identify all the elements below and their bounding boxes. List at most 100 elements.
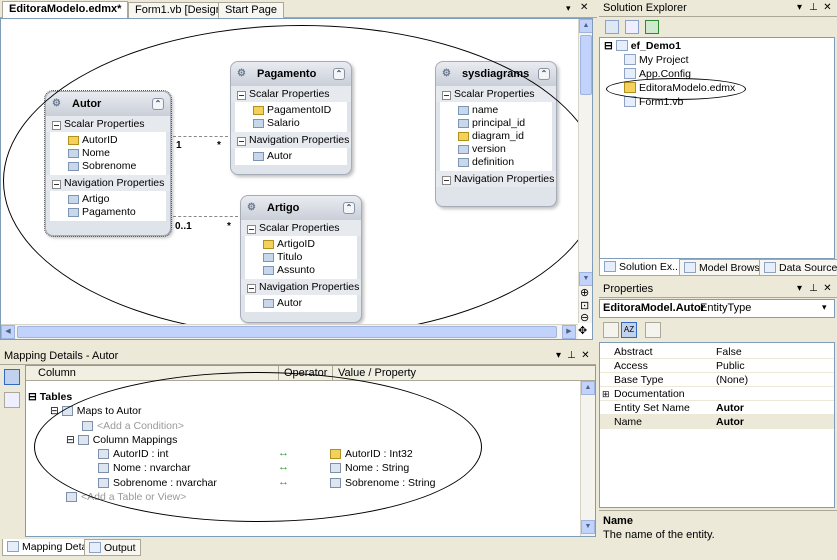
- property-artigoid[interactable]: ArtigoID: [245, 238, 357, 251]
- property-name[interactable]: name: [440, 104, 552, 117]
- property-salario[interactable]: Salario: [235, 117, 347, 130]
- solution-tree[interactable]: ⊟ ef_Demo1 My Project App.Config Editora…: [599, 37, 835, 259]
- properties-icon[interactable]: [605, 20, 619, 34]
- tree-item-app-config[interactable]: App.Config: [624, 68, 691, 81]
- scroll-up-icon[interactable]: ▲: [581, 381, 595, 395]
- maps-to-node[interactable]: ⊟ Maps to Autor: [50, 404, 142, 418]
- property-row-name[interactable]: Name Autor: [600, 415, 834, 429]
- close-icon[interactable]: ✕: [580, 349, 591, 362]
- navigation-properties-section[interactable]: Navigation Properties: [46, 175, 170, 191]
- tab-editoramodelo[interactable]: EditoraModelo.edmx*: [2, 1, 129, 19]
- scroll-up-icon[interactable]: ▲: [579, 19, 592, 33]
- pin-icon[interactable]: ⊥: [808, 282, 819, 295]
- column-header-value[interactable]: Value / Property: [338, 367, 416, 379]
- property-row-base-type[interactable]: Base Type (None): [600, 373, 834, 387]
- property-pagamentoid[interactable]: PagamentoID: [235, 104, 347, 117]
- panel-menu-icon[interactable]: ▾: [794, 282, 805, 295]
- scroll-right-icon[interactable]: ▶: [562, 325, 576, 339]
- property-row-abstract[interactable]: Abstract False: [600, 345, 834, 359]
- property-definition[interactable]: definition: [440, 156, 552, 169]
- nav-property-artigo[interactable]: Artigo: [50, 193, 166, 206]
- entity-designer-canvas[interactable]: ⚙ Autor ⌃ Scalar Properties AutorID Nome S…: [0, 18, 593, 340]
- property-autorid[interactable]: AutorID: [50, 134, 166, 147]
- tree-item-editoramodelo[interactable]: EditoraModelo.edmx: [624, 82, 735, 95]
- zoom-out-icon[interactable]: ⊖: [580, 311, 589, 324]
- mapping-value[interactable]: Nome : String: [330, 461, 409, 475]
- collapse-icon[interactable]: ⌃: [343, 202, 355, 214]
- mapping-details-grid[interactable]: Column Operator Value / Property ⊟ Table…: [25, 365, 596, 537]
- property-principal-id[interactable]: principal_id: [440, 117, 552, 130]
- vertical-scrollbar[interactable]: ▲ ▼: [580, 381, 595, 536]
- association-autor-artigo[interactable]: [173, 216, 238, 217]
- categorized-icon[interactable]: [603, 322, 619, 338]
- panel-menu-icon[interactable]: ▾: [794, 1, 805, 14]
- scalar-properties-section[interactable]: Scalar Properties: [46, 116, 170, 132]
- mapping-row[interactable]: Nome : nvarchar: [98, 461, 191, 475]
- column-header-operator[interactable]: Operator: [284, 367, 327, 379]
- chevron-down-icon[interactable]: ▾: [822, 302, 827, 313]
- tab-solution-explorer[interactable]: Solution Ex...: [599, 259, 686, 276]
- pin-icon[interactable]: ⊥: [808, 1, 819, 14]
- project-node[interactable]: ⊟ ef_Demo1: [604, 40, 681, 53]
- mapping-value[interactable]: Sobrenome : String: [330, 476, 435, 490]
- close-icon[interactable]: ✕: [822, 1, 833, 14]
- object-selector[interactable]: EditoraModel.Autor EntityType ▾: [599, 299, 835, 318]
- zoom-in-icon[interactable]: ⊕: [580, 286, 589, 299]
- property-version[interactable]: version: [440, 143, 552, 156]
- properties-grid[interactable]: Abstract False Access Public Base Type (Non…: [599, 342, 835, 508]
- horizontal-scrollbar[interactable]: ◀ ▶: [1, 324, 578, 339]
- nav-property-autor[interactable]: Autor: [245, 297, 357, 310]
- entity-artigo[interactable]: ⚙ Artigo ⌃ Scalar Properties ArtigoID Titu…: [240, 195, 362, 323]
- scroll-thumb[interactable]: [17, 326, 557, 338]
- collapse-icon[interactable]: ⌃: [538, 68, 550, 80]
- property-assunto[interactable]: Assunto: [245, 264, 357, 277]
- column-mappings-node[interactable]: ⊟ Column Mappings: [66, 433, 177, 447]
- tab-form1-design[interactable]: Form1.vb [Design]: [128, 2, 232, 18]
- nav-property-pagamento[interactable]: Pagamento: [50, 206, 166, 219]
- nav-property-autor[interactable]: Autor: [235, 150, 347, 163]
- property-row-documentation[interactable]: ⊞ Documentation: [600, 387, 834, 401]
- navigation-properties-section[interactable]: Navigation Properties: [241, 279, 361, 295]
- tab-dropdown-icon[interactable]: ▾: [566, 3, 571, 14]
- scroll-thumb[interactable]: [580, 35, 592, 95]
- refresh-icon[interactable]: [645, 20, 659, 34]
- tree-item-my-project[interactable]: My Project: [624, 54, 689, 67]
- map-to-functions-icon[interactable]: [4, 392, 20, 408]
- property-pages-icon[interactable]: [645, 322, 661, 338]
- show-all-files-icon[interactable]: [625, 20, 639, 34]
- column-header-column[interactable]: Column: [38, 367, 76, 379]
- tables-node[interactable]: ⊟ Tables: [28, 390, 72, 404]
- tab-start-page[interactable]: Start Page: [218, 2, 284, 18]
- property-titulo[interactable]: Titulo: [245, 251, 357, 264]
- scroll-down-icon[interactable]: ▼: [579, 272, 592, 286]
- collapse-icon[interactable]: ⌃: [333, 68, 345, 80]
- mapping-row[interactable]: AutorID : int: [98, 447, 168, 461]
- navigation-properties-section[interactable]: Navigation Properties: [231, 132, 351, 148]
- close-icon[interactable]: ✕: [822, 282, 833, 295]
- scroll-left-icon[interactable]: ◀: [1, 325, 15, 339]
- scalar-properties-section[interactable]: Scalar Properties: [436, 86, 556, 102]
- panel-menu-icon[interactable]: ▾: [553, 349, 564, 362]
- add-table-row[interactable]: <Add a Table or View>: [66, 490, 186, 504]
- property-sobrenome[interactable]: Sobrenome: [50, 160, 166, 173]
- entity-sysdiagrams[interactable]: ⚙ sysdiagrams ⌃ Scalar Properties name pri…: [435, 61, 557, 207]
- pan-icon[interactable]: ✥: [578, 324, 587, 337]
- pin-icon[interactable]: ⊥: [566, 349, 577, 362]
- mapping-value[interactable]: AutorID : Int32: [330, 447, 413, 461]
- property-nome[interactable]: Nome: [50, 147, 166, 160]
- add-condition-row[interactable]: <Add a Condition>: [82, 419, 184, 433]
- mapping-row[interactable]: Sobrenome : nvarchar: [98, 476, 217, 490]
- expand-icon[interactable]: ⊞: [602, 387, 610, 401]
- vertical-scrollbar[interactable]: ▲ ▼ ⊕ ⊡ ⊖: [578, 19, 592, 324]
- property-diagram-id[interactable]: diagram_id: [440, 130, 552, 143]
- property-row-entity-set-name[interactable]: Entity Set Name Autor: [600, 401, 834, 415]
- tab-data-sources[interactable]: Data Sources: [759, 259, 837, 276]
- tree-item-form1[interactable]: Form1.vb: [624, 96, 683, 109]
- tab-output[interactable]: Output: [84, 539, 141, 556]
- collapse-icon[interactable]: ⌃: [152, 98, 164, 110]
- property-row-access[interactable]: Access Public: [600, 359, 834, 373]
- scalar-properties-section[interactable]: Scalar Properties: [241, 220, 361, 236]
- alphabetical-icon[interactable]: AZ: [621, 322, 637, 338]
- association-autor-pagamento[interactable]: [173, 136, 228, 137]
- scalar-properties-section[interactable]: Scalar Properties: [231, 86, 351, 102]
